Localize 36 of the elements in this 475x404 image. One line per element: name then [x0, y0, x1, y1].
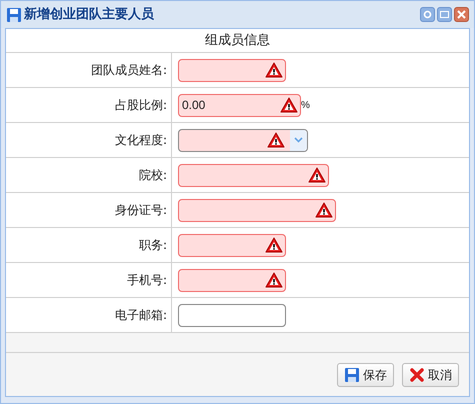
text-field[interactable] — [178, 164, 329, 186]
text-field[interactable] — [178, 234, 286, 256]
warning-icon — [315, 202, 333, 218]
close-icon — [457, 10, 466, 19]
warning-icon — [308, 166, 326, 182]
field-label: 职务: — [138, 237, 167, 254]
section-title: 组成员信息 — [6, 29, 469, 53]
cancel-icon — [409, 366, 425, 382]
cancel-button[interactable]: 取消 — [402, 362, 459, 386]
field-label: 身份证号: — [114, 202, 167, 219]
warning-icon — [265, 236, 283, 252]
text-field[interactable] — [178, 58, 286, 82]
field-label: 文化程度: — [114, 132, 167, 149]
field-label: 占股比例: — [114, 97, 167, 114]
warning-icon — [265, 62, 283, 78]
select-field[interactable] — [178, 128, 308, 152]
warning-icon — [267, 132, 285, 148]
text-field[interactable] — [178, 304, 286, 326]
unit-label: % — [301, 98, 310, 112]
close-button[interactable] — [454, 7, 469, 22]
field-label: 院校: — [138, 167, 167, 184]
refresh-button[interactable] — [420, 7, 435, 22]
minimize-button[interactable] — [437, 7, 452, 22]
minimize-icon — [440, 11, 449, 18]
text-field[interactable]: 0.00 — [178, 94, 301, 116]
text-field[interactable] — [178, 198, 336, 222]
save-icon — [6, 6, 22, 22]
field-label: 电子邮箱: — [114, 307, 167, 324]
save-button[interactable]: 保存 — [337, 362, 394, 386]
text-field[interactable] — [178, 268, 286, 292]
field-label: 团队成员姓名: — [90, 62, 167, 79]
save-icon — [344, 366, 360, 382]
window-title: 新增创业团队主要人员 — [24, 6, 154, 24]
warning-icon — [265, 272, 283, 288]
field-label: 手机号: — [126, 272, 167, 289]
warning-icon — [280, 96, 298, 112]
